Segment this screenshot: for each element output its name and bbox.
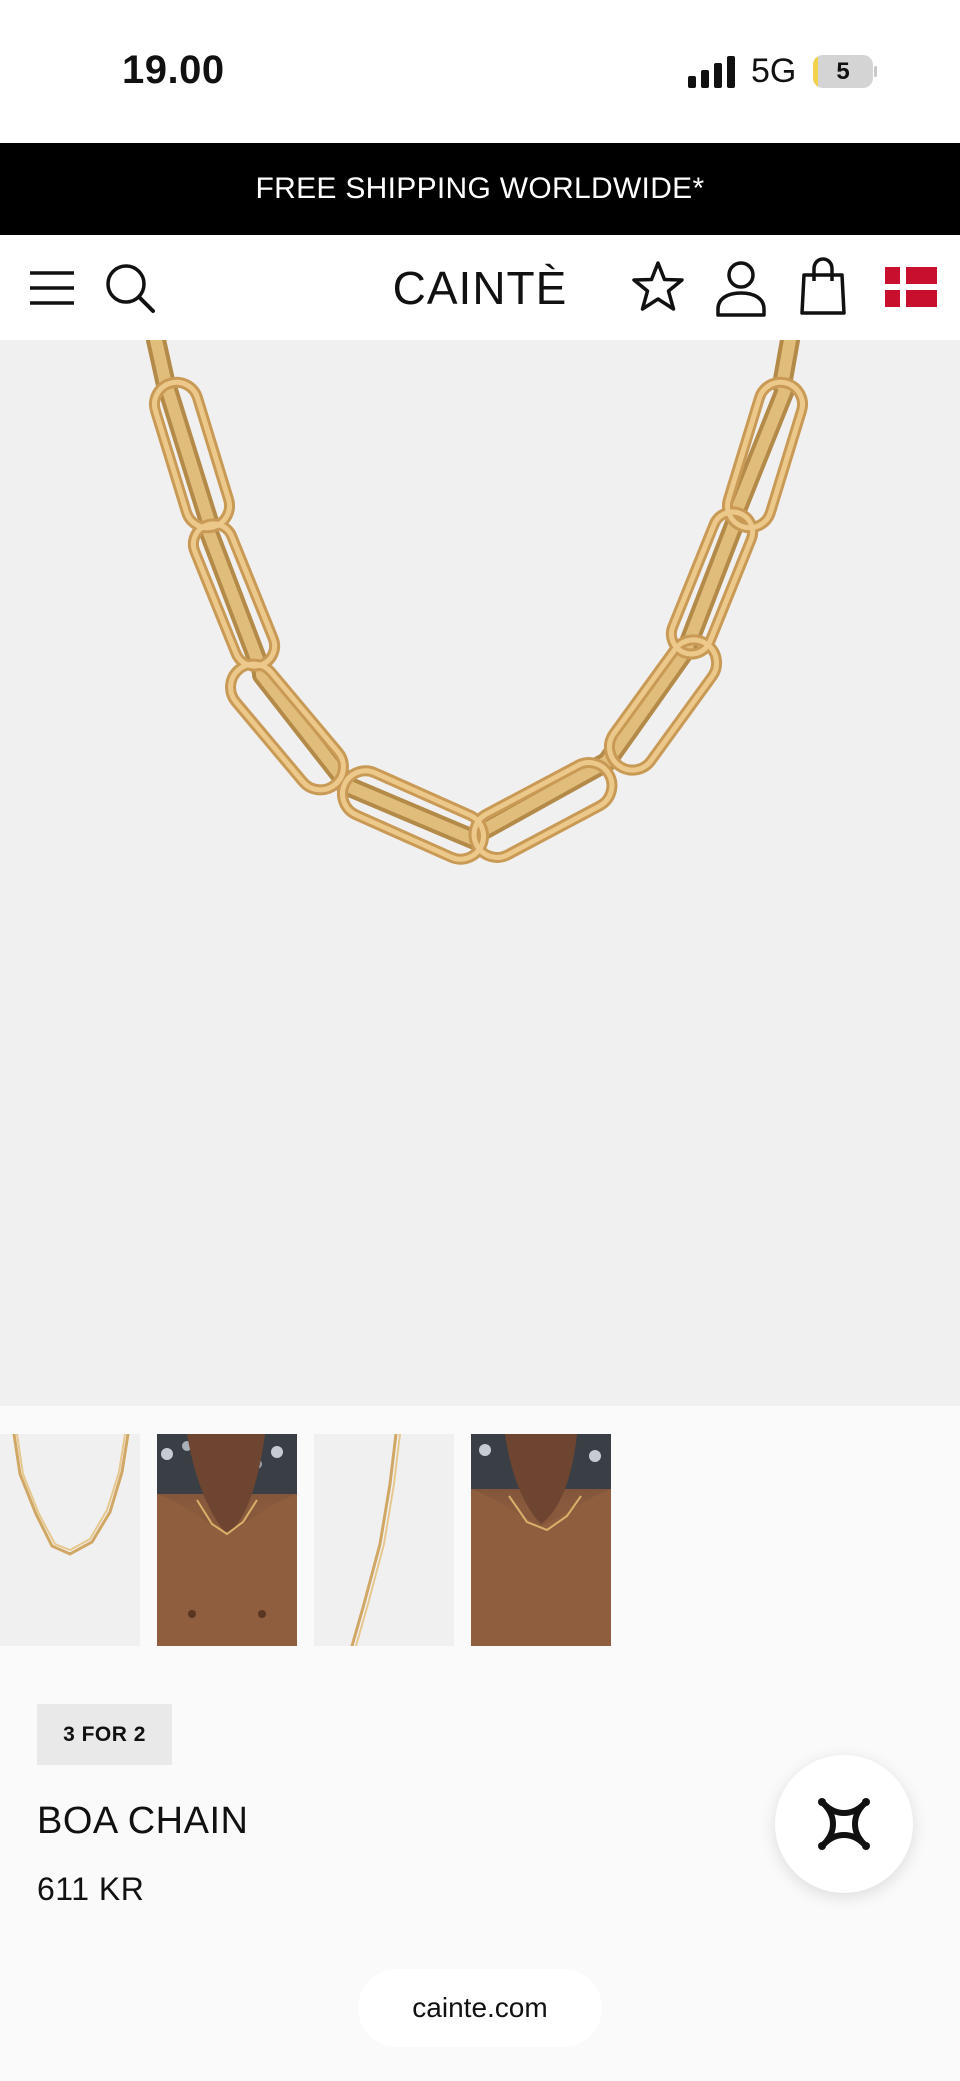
product-page: 19.00 5G 5 FREE SHIPPING WORLDWIDE* CAIN… [0,0,960,2081]
network-type: 5G [751,52,797,90]
brand-chat-button[interactable] [775,1755,913,1893]
bag-icon[interactable] [800,257,846,315]
thumbnail-4[interactable] [471,1434,611,1646]
status-time: 19.00 [122,48,225,92]
star-icon[interactable] [630,259,686,315]
site-header: CAINTÈ [0,235,960,340]
search-icon[interactable] [104,262,156,314]
product-price: 611 KR [37,1871,145,1907]
thumbnail-strip [0,1406,960,1656]
cellular-signal-icon [688,56,735,88]
promo-badge: 3 FOR 2 [37,1704,172,1765]
thumbnail-1[interactable] [0,1434,140,1646]
brand-symbol-icon [818,1798,870,1850]
battery-icon: 5 [813,55,877,88]
thumbnail-3[interactable] [314,1434,454,1646]
announcement-bar[interactable]: FREE SHIPPING WORLDWIDE* [0,143,960,235]
thumbnail-2[interactable] [157,1434,297,1646]
account-icon[interactable] [715,259,767,317]
product-name: BOA CHAIN [37,1800,249,1842]
status-bar: 19.00 5G 5 [0,0,960,143]
brand-logo[interactable]: CAINTÈ [380,261,580,315]
battery-level: 5 [836,58,850,85]
menu-icon[interactable] [28,269,76,307]
gold-chain-image [146,340,808,865]
product-main-image[interactable] [0,340,960,1406]
browser-url-bar[interactable]: cainte.com [358,1969,602,2047]
denmark-flag-icon[interactable] [885,267,937,307]
